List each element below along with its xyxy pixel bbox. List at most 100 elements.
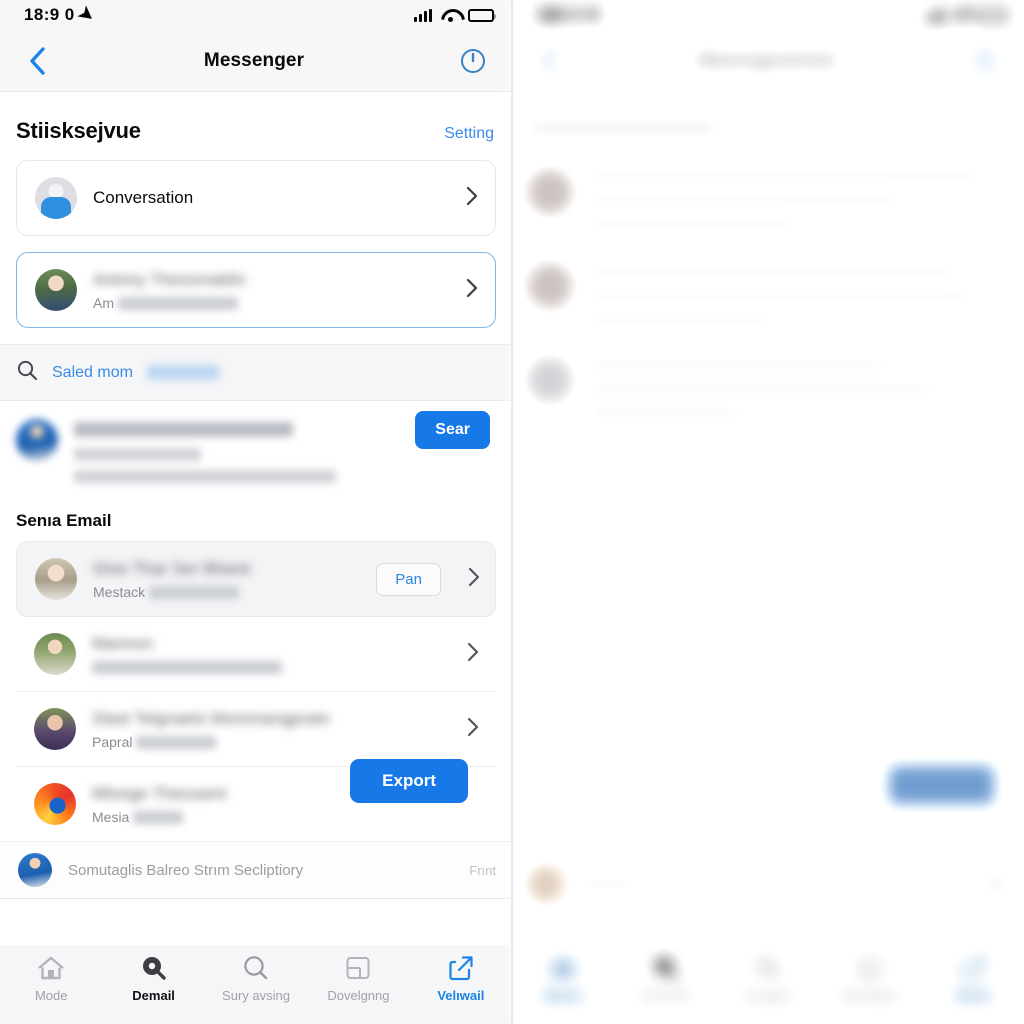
- avatar: [528, 358, 572, 402]
- avatar: [528, 170, 572, 214]
- card-text: Slast Telgnaels Mommangpratn Papral: [92, 709, 450, 750]
- export-button[interactable]: Export: [350, 759, 468, 803]
- share-export-icon[interactable]: [968, 44, 1002, 78]
- avatar: [34, 708, 76, 750]
- tab-developing[interactable]: Dovelgnng: [307, 955, 409, 1003]
- card-subtitle: Papral: [92, 734, 450, 750]
- home-icon: [548, 955, 578, 981]
- list-item[interactable]: [512, 154, 1024, 248]
- tab-label: Mode: [34, 988, 68, 1003]
- tab-velmail[interactable]: Velıwail: [410, 955, 512, 1003]
- tab-label: Demail: [132, 988, 175, 1003]
- card-subtitle: Mestack: [93, 584, 360, 600]
- tab-fourth[interactable]: Montngnn: [819, 955, 921, 1003]
- tab-label: Mome: [544, 988, 582, 1003]
- filled-search-icon: [652, 955, 680, 981]
- avatar: [34, 633, 76, 675]
- list-item-text: [586, 358, 1008, 430]
- tab-label: Summinl: [640, 988, 691, 1003]
- search-icon: [242, 955, 270, 981]
- battery-icon: [468, 8, 496, 22]
- navigation-bar: Messenger: [0, 30, 512, 92]
- avatar: [528, 264, 572, 308]
- status-time: 18:9 0➤: [24, 1, 99, 28]
- status-bar: 18:9 0➤: [0, 0, 512, 30]
- chevron-right-icon: [465, 277, 479, 304]
- primary-button[interactable]: [889, 766, 994, 804]
- highlighted-list-card[interactable]: Give Thar Ser Bloest Mestack Pan: [16, 541, 496, 617]
- card-text: Antony Thessmaklin Am: [93, 270, 449, 311]
- filled-search-icon: [140, 955, 168, 981]
- card-subtitle: Mesia: [92, 809, 480, 825]
- section-header: Stiisksejvue Setting: [0, 92, 512, 160]
- tab-demail[interactable]: Demail: [102, 955, 204, 1003]
- power-clock-icon[interactable]: [456, 44, 490, 78]
- location-arrow-icon: ➤: [73, 1, 99, 28]
- right-phone-panel: 1฿0.0➤ Mannagrammd Mome Summinl Sungain …: [512, 0, 1024, 1024]
- section-action[interactable]: [962, 124, 1006, 138]
- chevron-right-icon: [466, 641, 480, 668]
- pan-button[interactable]: Pan: [376, 562, 441, 596]
- setting-link[interactable]: Setting: [444, 125, 494, 143]
- card-subtitle: [92, 659, 450, 675]
- back-button[interactable]: [22, 46, 52, 76]
- search-icon: [754, 955, 782, 981]
- signal-bars-icon: [926, 8, 944, 22]
- card-text: Conversation: [93, 188, 449, 208]
- tab-bar: Mome Summinl Sungain Montngnn Dood: [512, 945, 1024, 1024]
- search-row[interactable]: Saled mom: [0, 344, 512, 401]
- card-text: Mannon: [92, 634, 450, 675]
- card-title: Conversation: [93, 188, 194, 207]
- compose-action-icon[interactable]: [982, 874, 1008, 894]
- card-subtitle: Am: [93, 295, 449, 311]
- battery-icon: [980, 8, 1008, 22]
- list-item[interactable]: Mannon: [16, 617, 496, 692]
- list-heading: Senıa Email: [16, 511, 112, 530]
- tab-mode[interactable]: Mode: [0, 955, 102, 1003]
- card-title: Give Thar Ser Bloest: [93, 558, 251, 578]
- generic-avatar: [35, 177, 77, 219]
- compose-label: [576, 877, 636, 891]
- tab-home[interactable]: Mome: [512, 955, 614, 1003]
- list-item[interactable]: Mlonge Thessaml Mesia Export: [16, 759, 496, 841]
- chevron-right-icon: [465, 185, 479, 212]
- top-result-row[interactable]: Sear: [0, 401, 512, 497]
- tab-label: Sungain: [744, 988, 792, 1003]
- split-screen-container: 18:9 0➤ Messenger Stiisksejvue Setting C…: [0, 0, 1024, 1024]
- tab-third[interactable]: Sungain: [717, 955, 819, 1003]
- window-icon: [344, 955, 372, 981]
- status-indicators: [926, 8, 1008, 22]
- card-title: Antony Thessmaklin: [93, 269, 246, 289]
- list-item[interactable]: Slast Telgnaels Mommangpratn Papral: [16, 692, 496, 767]
- search-icon: [16, 359, 38, 386]
- list-item[interactable]: Antony Thessmaklin Am: [16, 252, 496, 328]
- status-indicators: [414, 8, 496, 22]
- wifi-icon: [953, 8, 971, 22]
- tab-second[interactable]: Summinl: [614, 955, 716, 1003]
- back-button[interactable]: [534, 46, 564, 76]
- share-export-icon: [447, 955, 475, 981]
- section-title: [528, 118, 718, 138]
- left-phone-panel: 18:9 0➤ Messenger Stiisksejvue Setting C…: [0, 0, 512, 1024]
- wifi-icon: [441, 8, 459, 22]
- chevron-right-icon: [466, 716, 480, 743]
- status-time: 1฿0.0➤: [536, 1, 607, 28]
- section-header: [512, 92, 1024, 154]
- chevron-right-icon: [467, 566, 481, 593]
- tab-label: Sury avsing: [222, 988, 290, 1003]
- firefox-icon: [34, 783, 76, 825]
- list-item[interactable]: Conversation: [16, 160, 496, 236]
- card-text: Give Thar Ser Bloest Mestack: [93, 559, 360, 600]
- navigation-bar: Mannagrammd: [512, 30, 1024, 92]
- search-input[interactable]: Saled mom: [52, 364, 133, 382]
- tab-surveying[interactable]: Sury avsing: [205, 955, 307, 1003]
- tab-dood[interactable]: Dood: [922, 955, 1024, 1003]
- list-item[interactable]: [512, 342, 1024, 436]
- compose-row[interactable]: [512, 856, 1024, 912]
- avatar: [18, 853, 52, 887]
- list-item[interactable]: [512, 248, 1024, 342]
- message-input[interactable]: [648, 868, 970, 900]
- footer-strip[interactable]: Somutaglis Balreo Strım Secliptiory Frın…: [0, 841, 512, 899]
- list-item[interactable]: Give Thar Ser Bloest Mestack Pan: [17, 542, 495, 616]
- search-button[interactable]: Sear: [415, 411, 490, 449]
